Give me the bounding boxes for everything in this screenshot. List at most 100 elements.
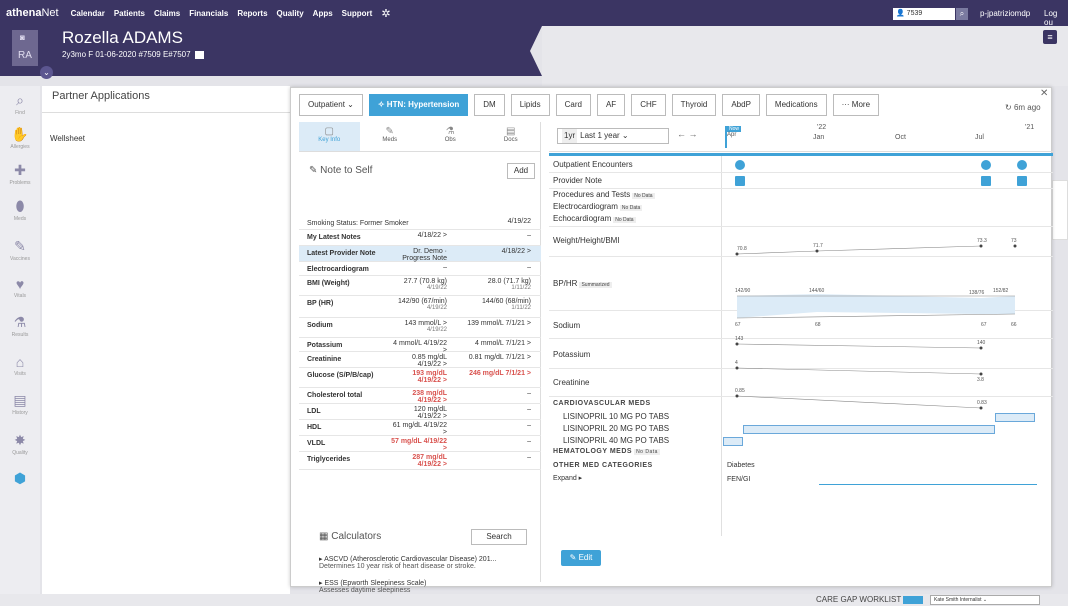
note-marker[interactable] <box>981 176 991 186</box>
tab-lipids[interactable]: Lipids <box>510 94 550 116</box>
sidebar-item-apps[interactable]: ⬢ <box>0 470 40 488</box>
key-info-row[interactable]: Electrocardiogram – – <box>299 262 541 276</box>
note-to-self[interactable]: ✎ Note to Self Add <box>299 160 541 182</box>
sidebar-item-find[interactable]: ⌕ Find <box>0 92 40 116</box>
add-note-button[interactable]: Add <box>507 163 535 179</box>
tab-dm[interactable]: DM <box>474 94 505 116</box>
row-procedures[interactable]: Procedures and Tests No Data <box>553 190 655 199</box>
sodium-trend[interactable]: 143 140 <box>735 336 986 350</box>
key-info-row[interactable]: Latest Provider Note Dr. Demo · Progress … <box>299 246 541 262</box>
nav-quality[interactable]: Quality <box>277 9 304 18</box>
chart-badge-icon[interactable] <box>194 50 204 59</box>
search-icon[interactable]: ⌕ <box>956 8 968 20</box>
nav-patients[interactable]: Patients <box>114 9 145 18</box>
wellsheet-link[interactable]: Wellsheet <box>50 134 85 143</box>
nav-financials[interactable]: Financials <box>189 9 228 18</box>
category-fen-gi[interactable]: FEN/GI <box>727 476 750 483</box>
nav-calendar[interactable]: Calendar <box>71 9 105 18</box>
key-info-row[interactable]: HDL 61 mg/dL 4/19/22 > – <box>299 420 541 436</box>
row-weight[interactable]: Weight/Height/BMI <box>553 236 620 245</box>
weight-trend[interactable]: 70.8 71.7 73.3 73 <box>735 238 1017 256</box>
sidebar-item-quality[interactable]: ✸ Quality <box>0 432 40 456</box>
tab-thyroid[interactable]: Thyroid <box>671 94 717 116</box>
patient-search-input[interactable]: 👤 7539 <box>893 8 955 20</box>
row-sodium[interactable]: Sodium <box>553 321 580 330</box>
sidebar-item-vaccines[interactable]: ✎ Vaccines <box>0 238 40 262</box>
tab-htn[interactable]: ✧ HTN: Hypertension <box>368 94 469 116</box>
nav-reports[interactable]: Reports <box>237 9 267 18</box>
potassium-trend[interactable]: 4 3.8 <box>735 360 984 383</box>
note-marker[interactable] <box>1017 176 1027 186</box>
key-info-row[interactable]: BMI (Weight) 27.7 (70.8 kg) 4/19/22 28.0 (7… <box>299 276 541 296</box>
row-creatinine[interactable]: Creatinine <box>553 378 589 387</box>
subtab-obs[interactable]: ⚗ Obs <box>420 122 481 151</box>
care-gap-worklist-link[interactable]: CARE GAP WORKLIST <box>816 595 924 604</box>
edit-button[interactable]: ✎ Edit <box>561 550 601 566</box>
key-info-row[interactable]: Cholesterol total 238 mg/dL 4/19/22 > – <box>299 388 541 404</box>
tab-af[interactable]: AF <box>596 94 626 116</box>
calculator-ascvd[interactable]: ▸ ASCVD (Atherosclerotic Cardiovascular … <box>319 555 496 570</box>
key-info-row[interactable]: Sodium 143 mmol/L >4/19/22 139 mmol/L 7/1/… <box>299 318 541 338</box>
arrow-left-icon[interactable]: ← <box>677 129 686 139</box>
arrow-right-icon[interactable]: → <box>689 129 698 139</box>
subtab-meds[interactable]: ✎ Meds <box>360 122 421 151</box>
med-lisinopril-20[interactable]: LISINOPRIL 20 MG PO TABS <box>563 424 669 433</box>
tab-abdp[interactable]: AbdP <box>722 94 760 116</box>
subtab-key-info[interactable]: ▢ Key Info <box>299 122 360 151</box>
row-outpatient-encounters[interactable]: Outpatient Encounters <box>553 160 633 169</box>
encounter-dot[interactable] <box>981 160 991 170</box>
athenanet-logo[interactable]: athenaNet <box>6 7 59 19</box>
sidebar-item-problems[interactable]: ✚ Problems <box>0 162 40 186</box>
hamburger-menu-icon[interactable]: ≡ <box>1043 30 1057 44</box>
person-icon[interactable] <box>735 160 745 170</box>
patient-avatar[interactable]: ◙ RA <box>12 30 38 66</box>
tab-card[interactable]: Card <box>555 94 591 116</box>
med-duration-bar[interactable] <box>995 413 1035 422</box>
row-echocardiogram[interactable]: Echocardiogram No Data <box>553 214 636 223</box>
close-icon[interactable]: ✕ <box>1040 88 1048 99</box>
subtab-docs[interactable]: ▤ Docs <box>481 122 542 151</box>
sidebar-item-visits[interactable]: ⌂ Visits <box>0 354 40 377</box>
nav-apps[interactable]: Apps <box>313 9 333 18</box>
tab-medications[interactable]: Medications <box>765 94 827 116</box>
calculator-ess[interactable]: ▸ ESS (Epworth Sleepiness Scale) Assesses… <box>319 579 426 594</box>
sidebar-item-history[interactable]: ▤ History <box>0 392 40 416</box>
row-electrocardiogram[interactable]: Electrocardiogram No Data <box>553 202 643 211</box>
settings-gear-icon[interactable]: ✲ <box>381 7 390 20</box>
category-diabetes[interactable]: Diabetes <box>727 462 755 469</box>
provider-select[interactable]: Kate Smith Internalist ⌄ <box>930 595 1040 605</box>
row-provider-note[interactable]: Provider Note <box>553 176 602 185</box>
key-info-row[interactable]: Creatinine 0.85 mg/dL 4/19/22 > 0.81 mg/dL… <box>299 352 541 368</box>
med-lisinopril-10[interactable]: LISINOPRIL 10 MG PO TABS <box>563 412 669 421</box>
note-icon[interactable] <box>735 176 745 186</box>
key-info-row[interactable]: LDL 120 mg/dL 4/19/22 > – <box>299 404 541 420</box>
key-info-row[interactable]: My Latest Notes 4/18/22 > – <box>299 230 541 246</box>
patient-name[interactable]: Rozella ADAMS <box>62 28 183 48</box>
key-info-row[interactable]: Potassium 4 mmol/L 4/19/22 >4 mmol/L 7/1/… <box>299 338 541 354</box>
nav-support[interactable]: Support <box>342 9 373 18</box>
tab-chf[interactable]: CHF <box>631 94 666 116</box>
creatinine-trend[interactable]: 0.85 0.83 <box>735 388 987 410</box>
expand-chevron-icon[interactable]: ⌄ <box>40 66 53 79</box>
row-potassium[interactable]: Potassium <box>553 350 590 359</box>
tab-more[interactable]: ··· More <box>832 94 880 116</box>
encounter-dot[interactable] <box>1017 160 1027 170</box>
expand-toggle[interactable]: Expand ▸ <box>553 474 582 482</box>
key-info-row[interactable]: Triglycerides 287 mg/dL 4/19/22 > – <box>299 452 541 470</box>
row-bp-hr[interactable]: BP/HR Summarized <box>553 279 612 288</box>
med-duration-bar[interactable] <box>743 425 995 434</box>
med-lisinopril-40[interactable]: LISINOPRIL 40 MG PO TABS <box>563 436 669 445</box>
key-info-row[interactable]: Smoking Status: Former Smoker 4/19/22 <box>299 216 541 230</box>
nav-claims[interactable]: Claims <box>154 9 180 18</box>
calculator-search-button[interactable]: Search <box>471 529 527 545</box>
key-info-row[interactable]: BP (HR) 142/90 (67/min) 4/19/22 144/60 (68/… <box>299 296 541 318</box>
sidebar-item-meds[interactable]: ⬮ Meds <box>0 198 40 222</box>
timeline-arrows[interactable]: ← → <box>677 129 698 139</box>
key-info-row[interactable]: VLDL 57 mg/dL 4/19/22 > – <box>299 436 541 452</box>
tab-outpatient[interactable]: Outpatient ⌄ <box>299 94 363 116</box>
period-select[interactable]: 1yr Last 1 year ⌄ <box>557 128 669 144</box>
username-link[interactable]: p-jpatriziomdp <box>980 9 1030 18</box>
key-info-row[interactable]: Glucose (S/P/B/cap) 193 mg/dL 4/19/22 > 24… <box>299 368 541 388</box>
refresh-button[interactable]: ↻ 6m ago <box>1005 103 1041 112</box>
bp-trend[interactable]: 142/90 144/60 138/76 152/82 67 68 67 66 <box>735 288 1017 328</box>
